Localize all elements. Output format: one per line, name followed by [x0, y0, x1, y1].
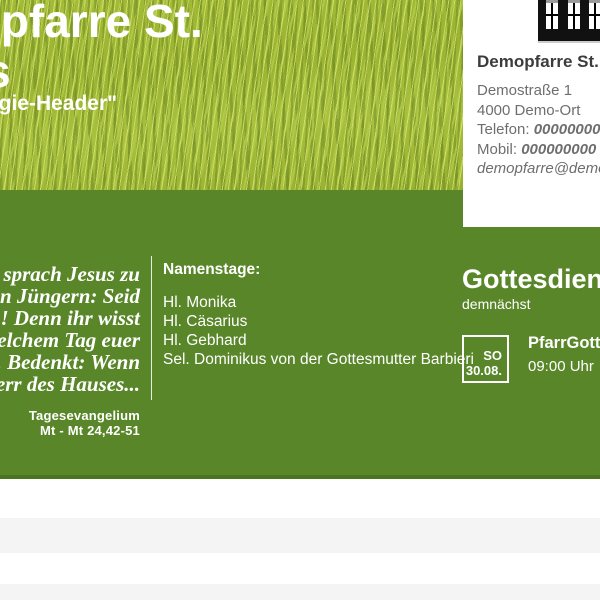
- namedays-item: Hl. Monika: [163, 293, 474, 312]
- gospel-source-label: Tagesevangelium: [0, 408, 140, 423]
- namedays-item: Hl. Cäsarius: [163, 312, 474, 331]
- gospel-line: Herr kommt. Bedenkt: Wenn: [0, 351, 140, 373]
- event-title[interactable]: PfarrGottesdienst: [528, 333, 600, 353]
- window-icon: [589, 0, 600, 29]
- gospel-line: In jener Zeit sprach Jesus zu: [0, 263, 140, 285]
- page-title-line2: Agidius: [0, 46, 11, 96]
- services-section: Gottesdienste demnächst: [462, 266, 600, 312]
- gospel-source-ref: Mt - Mt 24,42-51: [0, 423, 140, 438]
- gospel-line: seinen Jüngern: Seid: [0, 285, 140, 307]
- services-heading: Gottesdienste: [462, 266, 600, 293]
- window-icon: [568, 0, 580, 29]
- event-info: PfarrGottesdienst 09:00 Uhr: [528, 335, 600, 375]
- gospel-line: wachsam! Denn ihr wisst: [0, 307, 140, 329]
- info-band: In jener Zeit sprach Jesus zu seinen Jün…: [0, 190, 600, 479]
- content-stripe: [0, 584, 600, 600]
- event-date: 30.08.: [466, 363, 502, 378]
- window-icon: [546, 0, 558, 29]
- phone-value: 000000000: [534, 121, 600, 138]
- namedays-item: Sel. Dominikus von der Gottesmutter Barb…: [163, 350, 474, 369]
- namedays-heading: Namenstage:: [163, 261, 474, 279]
- section-divider: [151, 256, 152, 400]
- namedays-list: Hl. Monika Hl. Cäsarius Hl. Gebhard Sel.…: [163, 293, 474, 369]
- gospel-quote[interactable]: In jener Zeit sprach Jesus zu seinen Jün…: [0, 263, 140, 438]
- service-event-row[interactable]: SO 30.08. PfarrGottesdienst 09:00 Uhr: [462, 335, 600, 383]
- phone-label: Telefon:: [477, 121, 534, 138]
- namedays-item: Hl. Gebhard: [163, 331, 474, 350]
- event-time: 09:00 Uhr: [528, 358, 600, 375]
- namedays-section: Namenstage: Hl. Monika Hl. Cäsarius Hl. …: [163, 261, 474, 369]
- contact-mobile-row: Mobil: 000000000: [477, 140, 600, 160]
- building-windows-icon: [538, 0, 600, 43]
- contact-street: Demostraße 1: [477, 81, 600, 101]
- contact-email[interactable]: demopfarre@demopfarre.at: [477, 159, 600, 179]
- page-title-line1: Demopfarre St.: [0, 0, 203, 46]
- services-subheading: demnächst: [462, 296, 600, 312]
- contact-card: Demopfarre St. Agidius Demostraße 1 4000…: [463, 0, 600, 227]
- contact-details: Demostraße 1 4000 Demo-Ort Telefon: 0000…: [477, 81, 600, 179]
- gospel-line: der Herr des Hauses...: [0, 373, 140, 395]
- contact-city: 4000 Demo-Ort: [477, 101, 600, 121]
- gospel-line: nicht, an welchem Tag euer: [0, 329, 140, 351]
- mobile-label: Mobil:: [477, 141, 521, 158]
- contact-phone-row: Telefon: 000000000: [477, 120, 600, 140]
- page-subtitle: "Liturgie-Header": [0, 92, 117, 116]
- mobile-value: 000000000: [521, 141, 596, 158]
- event-date-box: SO 30.08.: [462, 335, 509, 383]
- event-day: SO: [483, 348, 502, 363]
- contact-name: Demopfarre St. Agidius: [477, 52, 600, 72]
- content-stripe: [0, 518, 600, 553]
